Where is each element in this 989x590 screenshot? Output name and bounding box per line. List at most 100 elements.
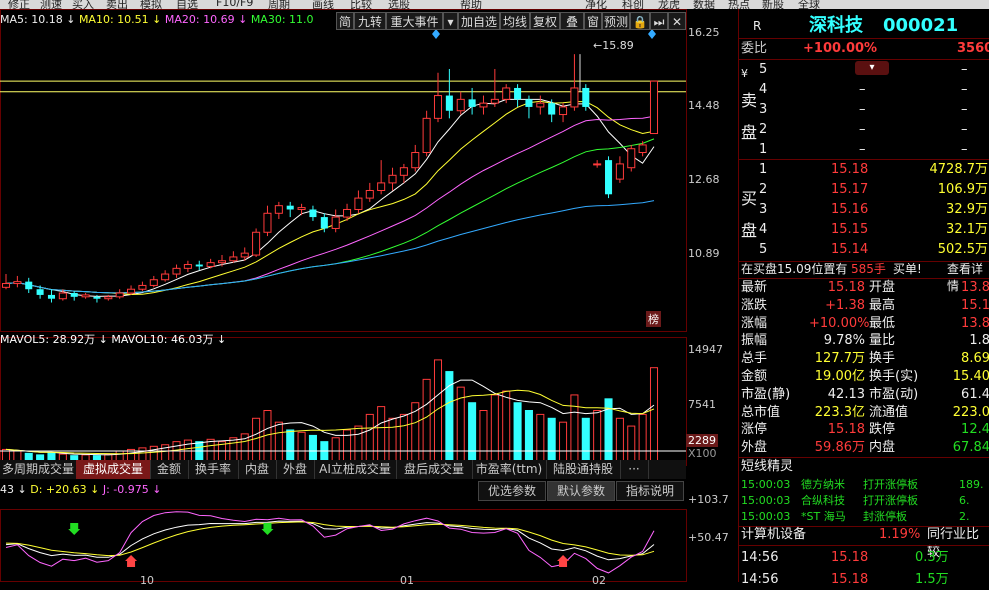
indicator-help-button[interactable]: 指标说明 [616, 481, 684, 501]
candle[interactable] [490, 68, 499, 107]
buy-row[interactable]: 5 15.14 502.5万 [739, 240, 989, 260]
candle[interactable] [149, 275, 158, 288]
candle[interactable] [263, 205, 272, 237]
sector-row[interactable]: 计算机设备 1.19% 同行业比较 [739, 526, 989, 560]
menu-item[interactable]: 帮助 [460, 0, 482, 9]
candle[interactable] [605, 156, 613, 199]
toolbar-button[interactable]: 复权 [530, 12, 560, 30]
short-line-item[interactable]: 15:00:03 德方纳米 打开涨停板 189. [739, 477, 989, 493]
short-line-item[interactable]: 15:00:03 *ST 海马 封涨停板 2. [739, 509, 989, 525]
toolbar-button[interactable]: ⏭ [650, 12, 668, 30]
menu-item[interactable]: 全球 [798, 0, 820, 9]
menu-item[interactable]: 数据 [693, 0, 715, 9]
candle[interactable] [649, 80, 659, 135]
candle[interactable] [433, 72, 443, 123]
candle[interactable] [445, 68, 453, 119]
menu-item[interactable]: 净化 [585, 0, 607, 9]
indicator-tab[interactable]: 陆股通持股 [546, 460, 621, 479]
menu-item[interactable]: 比较 [350, 0, 372, 9]
candle[interactable] [274, 201, 283, 219]
candle[interactable] [47, 289, 55, 303]
toolbar-button[interactable]: 预测 [602, 12, 630, 30]
candle[interactable] [411, 144, 420, 172]
order-alert-row[interactable]: 在买盘15.09位置有 585手 买单! 查看详情 [739, 261, 989, 293]
menu-item[interactable]: 测速 [40, 0, 62, 9]
candle[interactable] [70, 291, 78, 301]
candle[interactable] [195, 260, 203, 271]
toolbar-button[interactable]: 均线 [500, 12, 530, 30]
preferred-params-button[interactable]: 优选参数 [478, 481, 546, 501]
candle[interactable] [81, 293, 90, 299]
toolbar-button[interactable]: 九转 [354, 12, 386, 30]
toolbar-button[interactable]: ✕ [668, 12, 686, 30]
menu-item[interactable]: 选股 [388, 0, 410, 9]
toolbar-button[interactable]: 🔒 [630, 12, 650, 30]
candle[interactable] [615, 156, 624, 183]
candle[interactable] [593, 160, 602, 168]
buy-row[interactable]: 1 15.18 4728.7万 [739, 160, 989, 180]
candle[interactable] [13, 275, 22, 288]
toolbar-button[interactable]: 加自选 [458, 12, 500, 30]
indicator-tab[interactable]: 金额 [150, 460, 189, 479]
candle[interactable] [388, 167, 397, 191]
menu-item[interactable]: 自选 [176, 0, 198, 9]
sell-row[interactable]: 4 – – [739, 80, 989, 100]
toolbar-button[interactable]: 叠 [560, 12, 584, 30]
default-params-button[interactable]: 默认参数 [547, 481, 615, 501]
candle[interactable] [161, 270, 170, 282]
candle[interactable] [399, 163, 408, 183]
candle[interactable] [514, 84, 522, 107]
candle[interactable] [309, 205, 317, 221]
menu-item[interactable]: 画线 [312, 0, 334, 9]
indicator-tab[interactable]: 市盈率(ttm) [472, 460, 547, 479]
toolbar-button[interactable]: 窗 [584, 12, 602, 30]
indicator-tab[interactable]: ··· [620, 460, 649, 479]
buy-row[interactable]: 4 15.15 32.1万 [739, 220, 989, 240]
candle[interactable] [582, 84, 590, 111]
indicator-tab[interactable]: AI立桩成交量 [314, 460, 397, 479]
menu-item[interactable]: 周期 [268, 0, 290, 9]
candle[interactable] [229, 251, 238, 263]
candle[interactable] [25, 277, 33, 294]
collapse-chevron-icon[interactable]: ▾ [855, 61, 889, 75]
indicator-tab[interactable]: 盘后成交量 [396, 460, 473, 479]
toolbar-button[interactable]: 重大事件 [386, 12, 443, 30]
indicator-tab[interactable]: 内盘 [238, 460, 277, 479]
menu-item[interactable]: 修正 [8, 0, 30, 9]
candle[interactable] [172, 264, 181, 278]
indicator-tab[interactable]: 多周期成交量 [0, 460, 77, 479]
indicator-tab[interactable]: 换手率 [188, 460, 239, 479]
candle[interactable] [570, 54, 579, 111]
menu-item[interactable]: 卖出 [106, 0, 128, 9]
sell-row[interactable]: 2 – – [739, 120, 989, 140]
bang-badge[interactable]: 榜 [646, 311, 661, 327]
candle[interactable] [365, 182, 374, 202]
menu-item[interactable]: 新股 [762, 0, 784, 9]
menu-item[interactable]: 龙虎 [658, 0, 680, 9]
candle[interactable] [354, 190, 363, 214]
sell-row[interactable]: 1 – – [739, 140, 989, 160]
candle[interactable] [1, 274, 11, 290]
menu-item[interactable]: F10/F9 [216, 0, 253, 9]
candle[interactable] [627, 144, 636, 172]
toolbar-button[interactable]: ▾ [443, 12, 458, 30]
buy-row[interactable]: 3 15.16 32.9万 [739, 200, 989, 220]
candle[interactable] [479, 95, 488, 115]
candle[interactable] [286, 201, 294, 218]
candle[interactable] [127, 285, 136, 295]
candle[interactable] [536, 95, 545, 115]
indicator-tab[interactable]: 外盘 [276, 460, 315, 479]
candle[interactable] [377, 160, 386, 195]
candle[interactable] [456, 91, 465, 115]
candle[interactable] [422, 110, 431, 157]
candle[interactable] [183, 260, 192, 273]
indicator-tab[interactable]: 虚拟成交量 [76, 460, 151, 479]
candle[interactable] [252, 228, 261, 257]
buy-row[interactable]: 2 15.17 106.9万 [739, 180, 989, 200]
short-line-item[interactable]: 15:00:03 合纵科技 打开涨停板 6. [739, 493, 989, 509]
candle[interactable] [115, 289, 124, 299]
candle[interactable] [331, 209, 340, 233]
candle[interactable] [138, 281, 147, 292]
sell-row[interactable]: 3 – – [739, 100, 989, 120]
toolbar-button[interactable]: 简 [336, 12, 354, 30]
